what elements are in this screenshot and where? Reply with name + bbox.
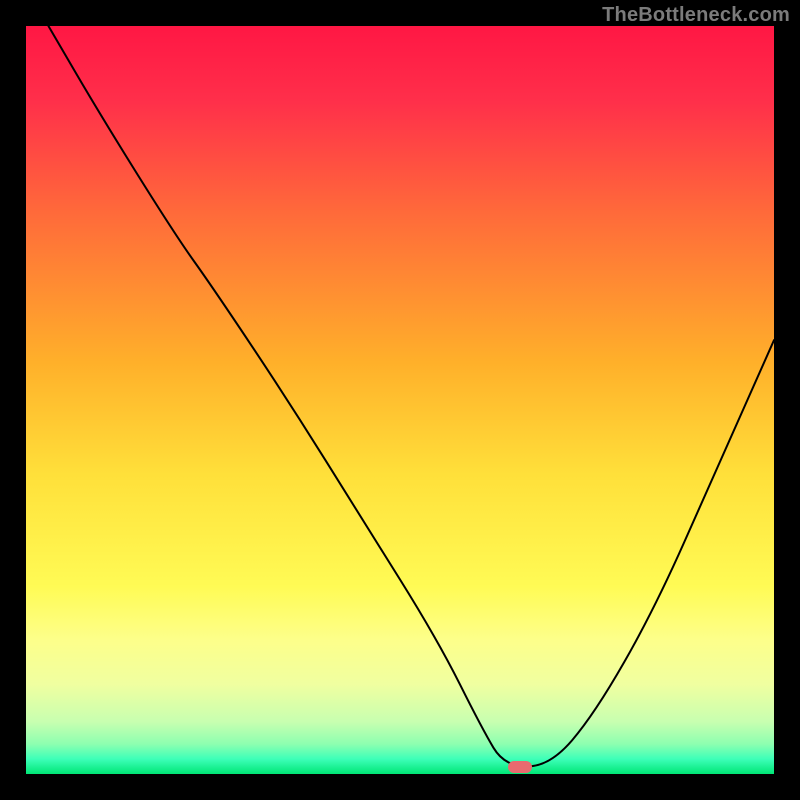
plot-area — [26, 26, 774, 774]
optimal-point-marker — [508, 761, 532, 773]
watermark-label: TheBottleneck.com — [602, 4, 790, 27]
chart-frame: TheBottleneck.com — [0, 0, 800, 800]
bottleneck-curve — [26, 26, 774, 774]
